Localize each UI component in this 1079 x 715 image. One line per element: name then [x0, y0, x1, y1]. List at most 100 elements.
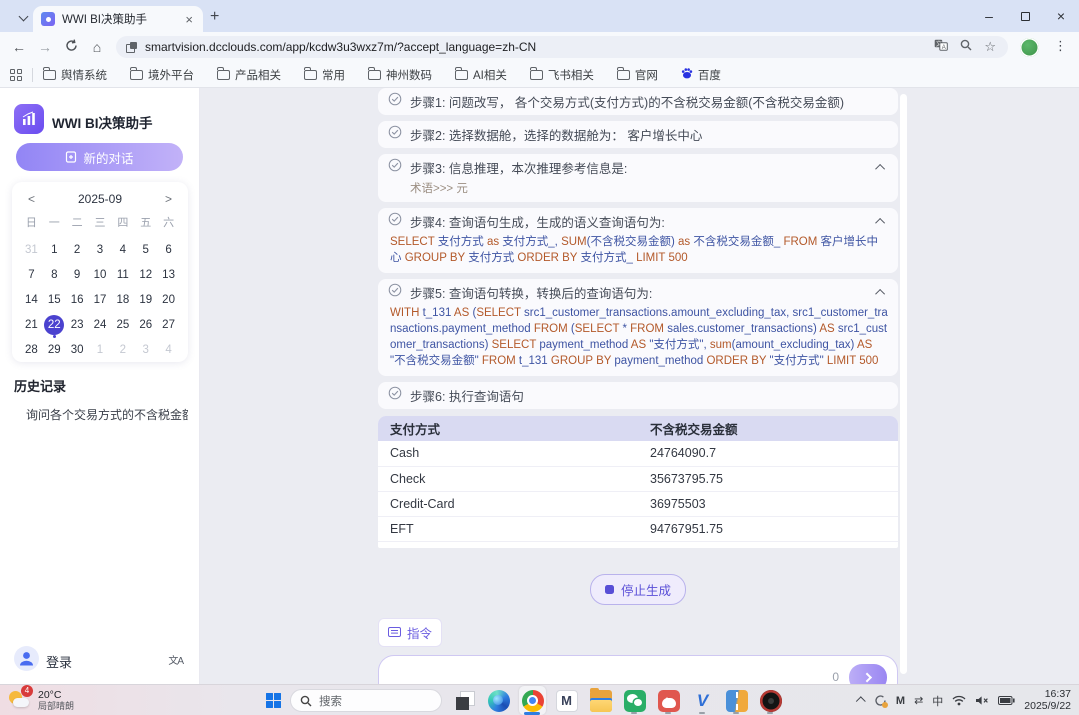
calendar-day[interactable]: 30 — [66, 338, 89, 363]
new-tab-button[interactable]: + — [210, 9, 219, 25]
calendar-day[interactable]: 25 — [111, 313, 134, 338]
calendar-day[interactable]: 6 — [157, 238, 180, 263]
browser-menu-icon[interactable]: ⋮ — [1054, 38, 1067, 54]
taskbar-clock[interactable]: 16:37 2025/9/22 — [1024, 689, 1071, 712]
forward-icon[interactable]: → — [32, 39, 58, 55]
reload-icon[interactable] — [58, 39, 84, 55]
start-button[interactable] — [266, 693, 281, 708]
step-header[interactable]: 步骤3: 信息推理，本次推理参考信息是: — [388, 158, 888, 177]
calendar-day[interactable]: 26 — [134, 313, 157, 338]
apps-grid-icon[interactable] — [10, 69, 22, 81]
stop-generating-button[interactable]: 停止生成 — [590, 574, 686, 605]
calendar-next-icon[interactable]: > — [165, 192, 172, 206]
command-button[interactable]: 指令 — [378, 618, 442, 647]
window-maximize-button[interactable] — [1007, 0, 1043, 32]
calendar-day[interactable]: 12 — [134, 263, 157, 288]
taskbar-cat-app-button[interactable] — [655, 686, 682, 715]
calendar-day[interactable]: 29 — [43, 338, 66, 363]
taskbar-task-view-button[interactable] — [451, 686, 478, 715]
calendar-day[interactable]: 4 — [157, 338, 180, 363]
bookmark-item[interactable]: 境外平台 — [130, 67, 194, 83]
calendar-day[interactable]: 5 — [134, 238, 157, 263]
calendar-day[interactable]: 22 — [43, 313, 66, 338]
calendar-day[interactable]: 19 — [134, 288, 157, 313]
calendar-day[interactable]: 4 — [111, 238, 134, 263]
calendar-day[interactable]: 16 — [66, 288, 89, 313]
translate-icon[interactable]: 文A — [934, 38, 948, 56]
calendar-day[interactable]: 28 — [20, 338, 43, 363]
calendar-day[interactable]: 27 — [157, 313, 180, 338]
collapse-chevron-icon[interactable] — [875, 164, 885, 174]
history-item[interactable]: 询问各个交易方式的不含税金额 — [26, 406, 188, 423]
bookmark-item[interactable]: 舆情系统 — [43, 67, 107, 83]
calendar-day[interactable]: 2 — [111, 338, 134, 363]
url-text[interactable]: smartvision.dcclouds.com/app/kcdw3u3wxz7… — [145, 40, 934, 54]
calendar-day[interactable]: 11 — [111, 263, 134, 288]
language-switch-icon[interactable]: 文A — [168, 652, 183, 667]
calendar-day[interactable]: 21 — [20, 313, 43, 338]
calendar-day[interactable]: 31 — [20, 238, 43, 263]
taskbar-wechat-button[interactable] — [621, 686, 648, 715]
taskbar-edge-button[interactable] — [485, 686, 512, 715]
calendar-day[interactable]: 9 — [66, 263, 89, 288]
address-bar[interactable]: smartvision.dcclouds.com/app/kcdw3u3wxz7… — [116, 36, 1008, 58]
calendar-day[interactable]: 17 — [89, 288, 112, 313]
collapse-chevron-icon[interactable] — [875, 218, 885, 228]
taskbar-chrome-button[interactable] — [519, 686, 546, 715]
calendar-day[interactable]: 18 — [111, 288, 134, 313]
calendar-day[interactable]: 23 — [66, 313, 89, 338]
network-activity-icon[interactable]: ⇄ — [914, 694, 923, 707]
zoom-icon[interactable] — [960, 38, 972, 56]
bookmark-item[interactable]: 官网 — [617, 67, 658, 83]
taskbar-marktext-button[interactable]: M — [553, 686, 580, 715]
taskbar-recorder-button[interactable] — [757, 686, 784, 715]
calendar-day[interactable]: 8 — [43, 263, 66, 288]
bookmark-item[interactable]: 常用 — [304, 67, 345, 83]
calendar-day[interactable]: 3 — [134, 338, 157, 363]
browser-tab[interactable]: WWI BI决策助手 × — [33, 6, 203, 32]
taskbar-file-explorer-button[interactable] — [587, 686, 614, 715]
battery-icon[interactable] — [998, 696, 1015, 705]
calendar-day[interactable]: 1 — [89, 338, 112, 363]
calendar-day[interactable]: 13 — [157, 263, 180, 288]
profile-avatar[interactable] — [1020, 38, 1039, 57]
bookmark-item[interactable]: AI相关 — [455, 67, 507, 83]
bookmark-item[interactable]: 飞书相关 — [530, 67, 594, 83]
calendar-day[interactable]: 1 — [43, 238, 66, 263]
bookmark-star-icon[interactable]: ☆ — [984, 39, 996, 55]
site-info-icon[interactable] — [126, 42, 137, 53]
taskbar-v-app-button[interactable]: V — [689, 686, 716, 715]
step-header[interactable]: 步骤4: 查询语句生成，生成的语义查询语句为: — [388, 212, 888, 231]
ime-indicator[interactable]: 中 — [932, 693, 943, 709]
content-scrollbar[interactable] — [900, 94, 907, 674]
marktext-tray-icon[interactable]: M — [896, 695, 905, 707]
calendar-day[interactable]: 2 — [66, 238, 89, 263]
taskbar-zip-app-button[interactable] — [723, 686, 750, 715]
step-header[interactable]: 步骤5: 查询语句转换，转换后的查询语句为: — [388, 283, 888, 302]
taskbar-search[interactable]: 搜索 — [290, 689, 442, 712]
bookmark-item[interactable]: 产品相关 — [217, 67, 281, 83]
login-avatar[interactable] — [14, 646, 39, 671]
calendar-day[interactable]: 24 — [89, 313, 112, 338]
back-icon[interactable]: ← — [6, 39, 32, 55]
collapse-chevron-icon[interactable] — [875, 289, 885, 299]
new-chat-button[interactable]: 新的对话 — [16, 143, 183, 171]
taskbar-weather-widget[interactable]: 4 20°C 局部晴朗 — [6, 687, 74, 713]
calendar-day[interactable]: 15 — [43, 288, 66, 313]
calendar-day[interactable]: 14 — [20, 288, 43, 313]
bookmark-item[interactable]: 神州数码 — [368, 67, 432, 83]
wifi-icon[interactable] — [952, 695, 966, 706]
sync-tray-icon[interactable] — [874, 694, 887, 707]
tray-expand-icon[interactable] — [858, 697, 865, 704]
calendar-day[interactable]: 7 — [20, 263, 43, 288]
calendar-day[interactable]: 10 — [89, 263, 112, 288]
window-minimize-button[interactable]: – — [971, 0, 1007, 32]
calendar-day[interactable]: 20 — [157, 288, 180, 313]
calendar-day[interactable]: 3 — [89, 238, 112, 263]
volume-muted-icon[interactable] — [975, 695, 989, 706]
tab-close-icon[interactable]: × — [183, 12, 195, 27]
calendar-prev-icon[interactable]: < — [28, 192, 35, 206]
home-icon[interactable]: ⌂ — [84, 39, 110, 55]
window-close-button[interactable]: × — [1043, 0, 1079, 32]
bookmark-item[interactable]: 百度 — [681, 66, 721, 84]
